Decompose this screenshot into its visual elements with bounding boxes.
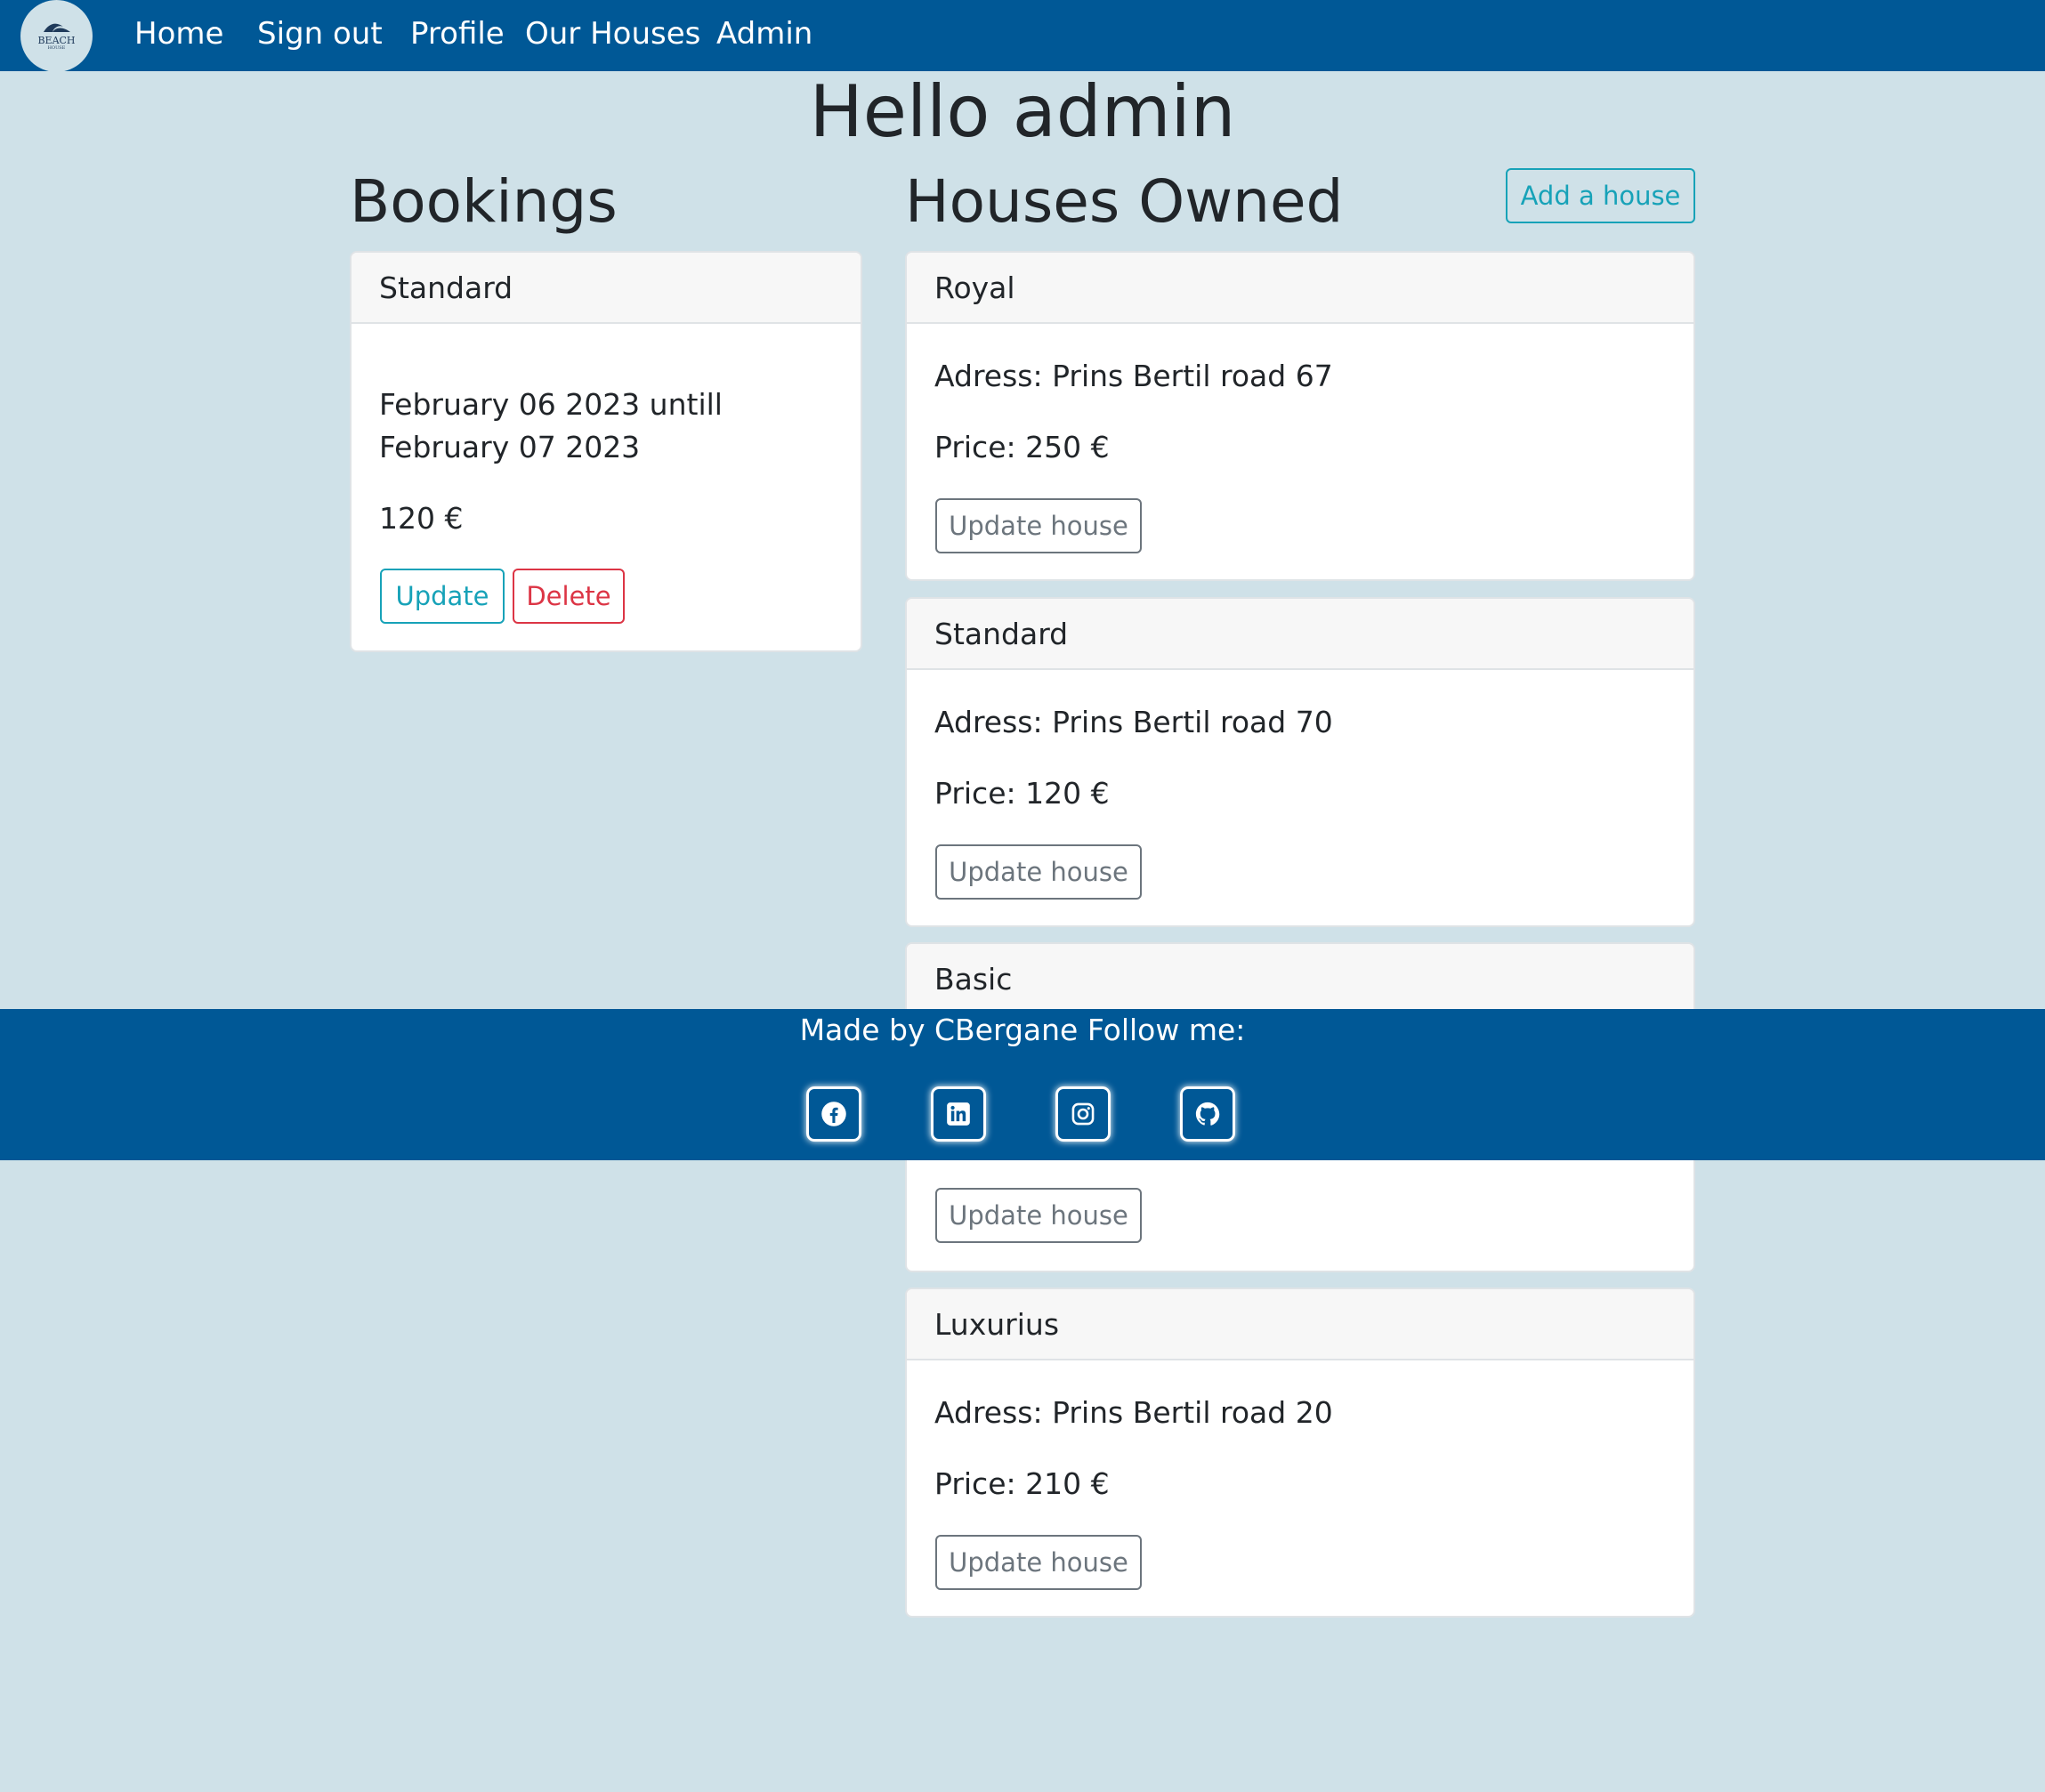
booking-card: Standard February 06 2023 untill Februar… (350, 251, 862, 652)
footer-credit: Made by CBergane Follow me: (799, 1013, 1246, 1047)
beach-house-logo[interactable]: BEACH HOUSE (20, 0, 93, 72)
house-card-header: Royal (907, 253, 1693, 324)
booking-price: 120 € (379, 501, 464, 536)
delete-booking-button[interactable]: Delete (513, 569, 625, 624)
linkedin-icon[interactable] (931, 1086, 986, 1142)
nav-link-our-houses[interactable]: Our Houses (525, 14, 700, 53)
booking-date-end: February 07 2023 (379, 430, 641, 464)
house-card-standard: Standard Adress: Prins Bertil road 70 Pr… (905, 597, 1695, 927)
update-booking-button[interactable]: Update (380, 569, 505, 624)
update-house-button[interactable]: Update house (935, 1188, 1142, 1243)
logo-subtext: HOUSE (47, 45, 66, 51)
house-card-royal: Royal Adress: Prins Bertil road 67 Price… (905, 251, 1695, 581)
page-title: Hello admin (809, 70, 1236, 153)
house-address: Adress: Prins Bertil road 20 (934, 1395, 1333, 1430)
nav-link-admin[interactable]: Admin (716, 14, 812, 53)
navbar: BEACH HOUSE Home Sign out Profile Our Ho… (0, 0, 2045, 72)
nav-link-sign-out[interactable]: Sign out (257, 14, 383, 53)
instagram-icon[interactable] (1055, 1086, 1111, 1142)
house-card-header: Basic (907, 944, 1693, 1015)
house-address: Adress: Prins Bertil road 67 (934, 359, 1333, 393)
house-card-header: Standard (907, 599, 1693, 670)
house-price: Price: 120 € (934, 776, 1110, 811)
nav-link-home[interactable]: Home (134, 14, 223, 53)
house-price: Price: 210 € (934, 1466, 1110, 1501)
booking-card-header: Standard (352, 253, 861, 324)
footer-text: Made by CBergane Follow me: (0, 1009, 2045, 1052)
update-house-button[interactable]: Update house (935, 498, 1142, 553)
house-price: Price: 250 € (934, 430, 1110, 464)
facebook-icon[interactable] (806, 1086, 861, 1142)
houses-owned-heading: Houses Owned (905, 167, 1344, 236)
booking-date-start: February 06 2023 untill (379, 387, 723, 422)
wave-icon (43, 23, 70, 32)
update-house-button[interactable]: Update house (935, 844, 1142, 900)
github-icon[interactable] (1180, 1086, 1235, 1142)
update-house-button[interactable]: Update house (935, 1535, 1142, 1590)
logo-text: BEACH (37, 35, 76, 46)
bookings-heading: Bookings (350, 167, 618, 236)
house-address: Adress: Prins Bertil road 70 (934, 705, 1333, 739)
house-card-luxurius: Luxurius Adress: Prins Bertil road 20 Pr… (905, 1287, 1695, 1618)
add-house-button[interactable]: Add a house (1506, 168, 1695, 223)
house-card-header: Luxurius (907, 1289, 1693, 1360)
nav-link-profile[interactable]: Profile (410, 14, 505, 53)
